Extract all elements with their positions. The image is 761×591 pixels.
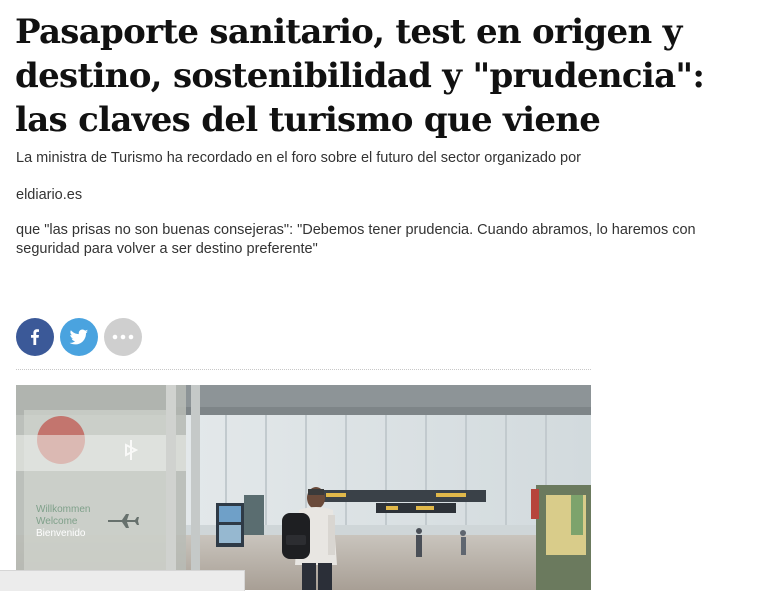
twitter-share-button[interactable] [60, 318, 98, 356]
article-summary-quote: que "las prisas no son buenas consejeras… [16, 222, 696, 257]
more-share-options-button[interactable] [104, 318, 142, 356]
more-options-icon [112, 334, 134, 340]
article-photo: Willkommen Welcome Bienvenido [16, 385, 591, 590]
photo-sign-line-3: Bienvenido [36, 528, 86, 539]
share-divider [16, 369, 591, 370]
photo-sign-line-1: Willkommen [36, 504, 90, 515]
share-bar [16, 318, 142, 356]
photo-sign-line-2: Welcome [36, 516, 78, 527]
facebook-share-button[interactable] [16, 318, 54, 356]
article-headline: Pasaporte sanitario, test en origen y de… [15, 12, 705, 140]
bottom-scroll-tab[interactable] [0, 570, 245, 591]
twitter-icon [69, 329, 89, 345]
article-summary-intro: La ministra de Turismo ha recordado en e… [16, 150, 582, 166]
facebook-icon [31, 329, 39, 345]
article-summary-source: eldiario.es [16, 187, 83, 203]
